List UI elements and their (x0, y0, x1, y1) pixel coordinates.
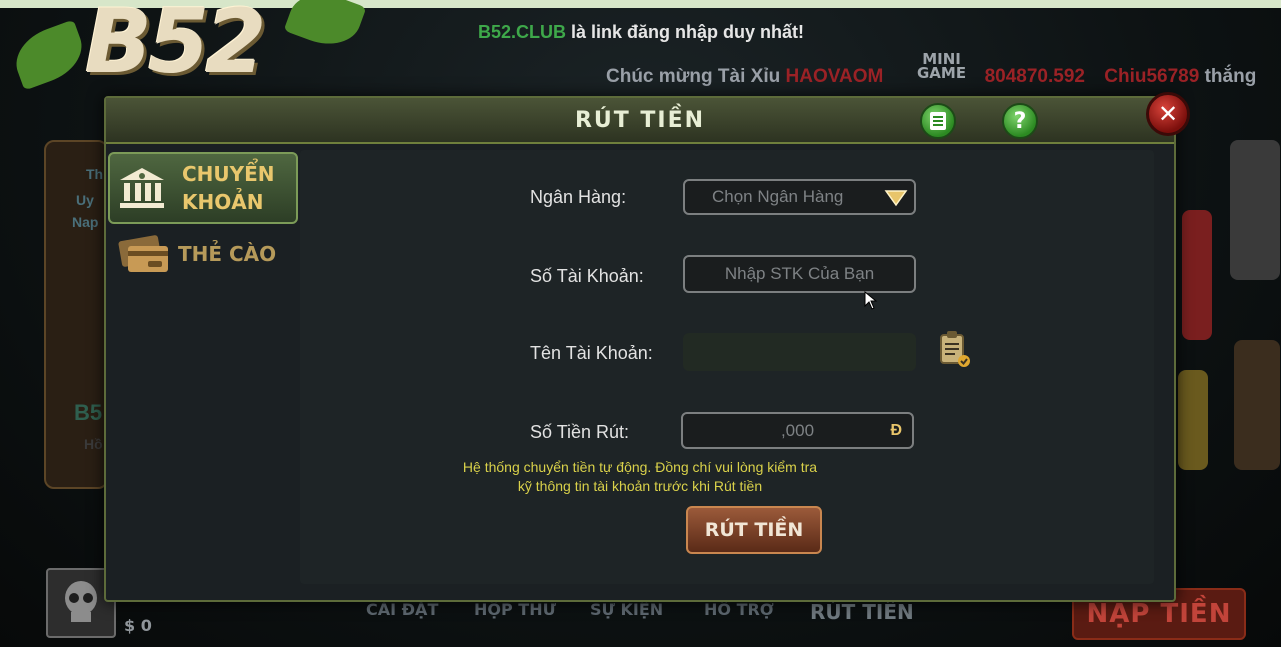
amount-input[interactable]: ,000 Đ (681, 412, 914, 449)
logo-text: B52 (85, 0, 267, 93)
document-list-icon (930, 112, 946, 130)
ticker-user1: HAOVAOM (785, 66, 884, 87)
notice-line1: Hệ thống chuyển tiền tự động. Đồng chí v… (462, 459, 818, 475)
bank-icon (120, 168, 164, 208)
left-panel-b5: B5 (74, 400, 103, 425)
chevron-down-icon (884, 190, 908, 207)
account-name-field (683, 333, 916, 371)
mini-game-line2: GAME (917, 64, 967, 82)
account-number-placeholder: Nhập STK Của Bạn (724, 264, 875, 283)
slot-game-tile[interactable] (1182, 210, 1212, 340)
top-marquee: B52.CLUB là link đăng nhập duy nhất! (478, 22, 804, 43)
nav-withdraw[interactable]: RÚT TIỀN (810, 600, 914, 624)
ticker-prefix: Chúc mừng Tài Xỉu (606, 66, 781, 87)
mouse-cursor-icon (864, 291, 878, 310)
ticker-suffix: thắng (1204, 66, 1257, 87)
withdraw-notice: Hệ thống chuyển tiền tự động. Đồng chí v… (106, 458, 1174, 496)
club-name: B52.CLUB (478, 22, 567, 42)
tab-bank-transfer-line1: CHUYỂN (182, 162, 275, 186)
help-button[interactable]: ? (1002, 103, 1038, 139)
close-button[interactable]: ✕ (1146, 92, 1190, 136)
history-button[interactable] (920, 103, 956, 139)
withdraw-method-sidebar: CHUYỂN KHOẢN THẺ CÀO (106, 144, 298, 598)
bank-label: Ngân Hàng: (530, 187, 627, 207)
tab-bank-transfer-line2: KHOẢN (182, 190, 264, 214)
nav-settings[interactable]: CÀI ĐẶT (366, 600, 438, 619)
mini-game-button[interactable]: MINI GAME (917, 52, 967, 82)
account-number-label: Số Tài Khoản: (530, 266, 644, 286)
amount-label: Số Tiền Rút: (530, 422, 630, 442)
withdraw-dialog: RÚT TIỀN ? ✕ CHUYỂN KHOẢN THẺ CÀO Ngân H… (104, 92, 1190, 602)
card-game-tile[interactable] (1230, 140, 1280, 280)
paste-clipboard-icon[interactable] (938, 330, 972, 370)
withdraw-submit-button[interactable]: RÚT TIỀN (686, 506, 822, 554)
skull-avatar-icon (65, 581, 97, 622)
left-panel-text1: Th (86, 166, 104, 182)
tab-scratch-card[interactable]: THẺ CÀO (108, 220, 294, 288)
left-panel-text2: Uy (76, 192, 94, 208)
notice-line2: kỹ thông tin tài khoản trước khi Rút tiề… (517, 478, 763, 494)
left-promo-panel: Th Uy Nap B5 Hồ (44, 140, 108, 489)
nav-support[interactable]: HỖ TRỢ (704, 600, 774, 619)
left-panel-ho: Hồ (84, 436, 103, 452)
tab-bank-transfer[interactable]: CHUYỂN KHOẢN (108, 152, 298, 224)
dialog-header: RÚT TIỀN ? (106, 98, 1174, 144)
right-game-panel (1172, 140, 1281, 485)
account-name-label: Tên Tài Khoản: (530, 343, 653, 363)
coin-balance: $ 0 (124, 616, 152, 635)
bank-select-placeholder: Chọn Ngân Hàng (712, 187, 844, 206)
marquee-message: là link đăng nhập duy nhất! (571, 22, 805, 42)
nav-mailbox[interactable]: HỘP THƯ (474, 600, 556, 619)
game-tile-c[interactable] (1234, 340, 1280, 470)
account-number-input[interactable]: Nhập STK Của Bạn (683, 255, 916, 293)
ticker-user2: Chiu56789 (1104, 66, 1200, 87)
nav-events[interactable]: SỰ KIỆN (590, 600, 663, 619)
ticker-amount: 804870.592 (984, 66, 1085, 87)
currency-symbol: Đ (890, 421, 902, 439)
bank-select[interactable]: Chọn Ngân Hàng (683, 179, 916, 215)
help-icon: ? (1013, 108, 1027, 134)
amount-placeholder: ,000 (780, 420, 815, 440)
card-icon (118, 235, 168, 272)
left-panel-text3: Nap (72, 214, 99, 230)
close-icon: ✕ (1157, 100, 1179, 128)
game-tile-nh[interactable] (1178, 370, 1208, 470)
tab-scratch-card-label: THẺ CÀO (178, 242, 277, 266)
